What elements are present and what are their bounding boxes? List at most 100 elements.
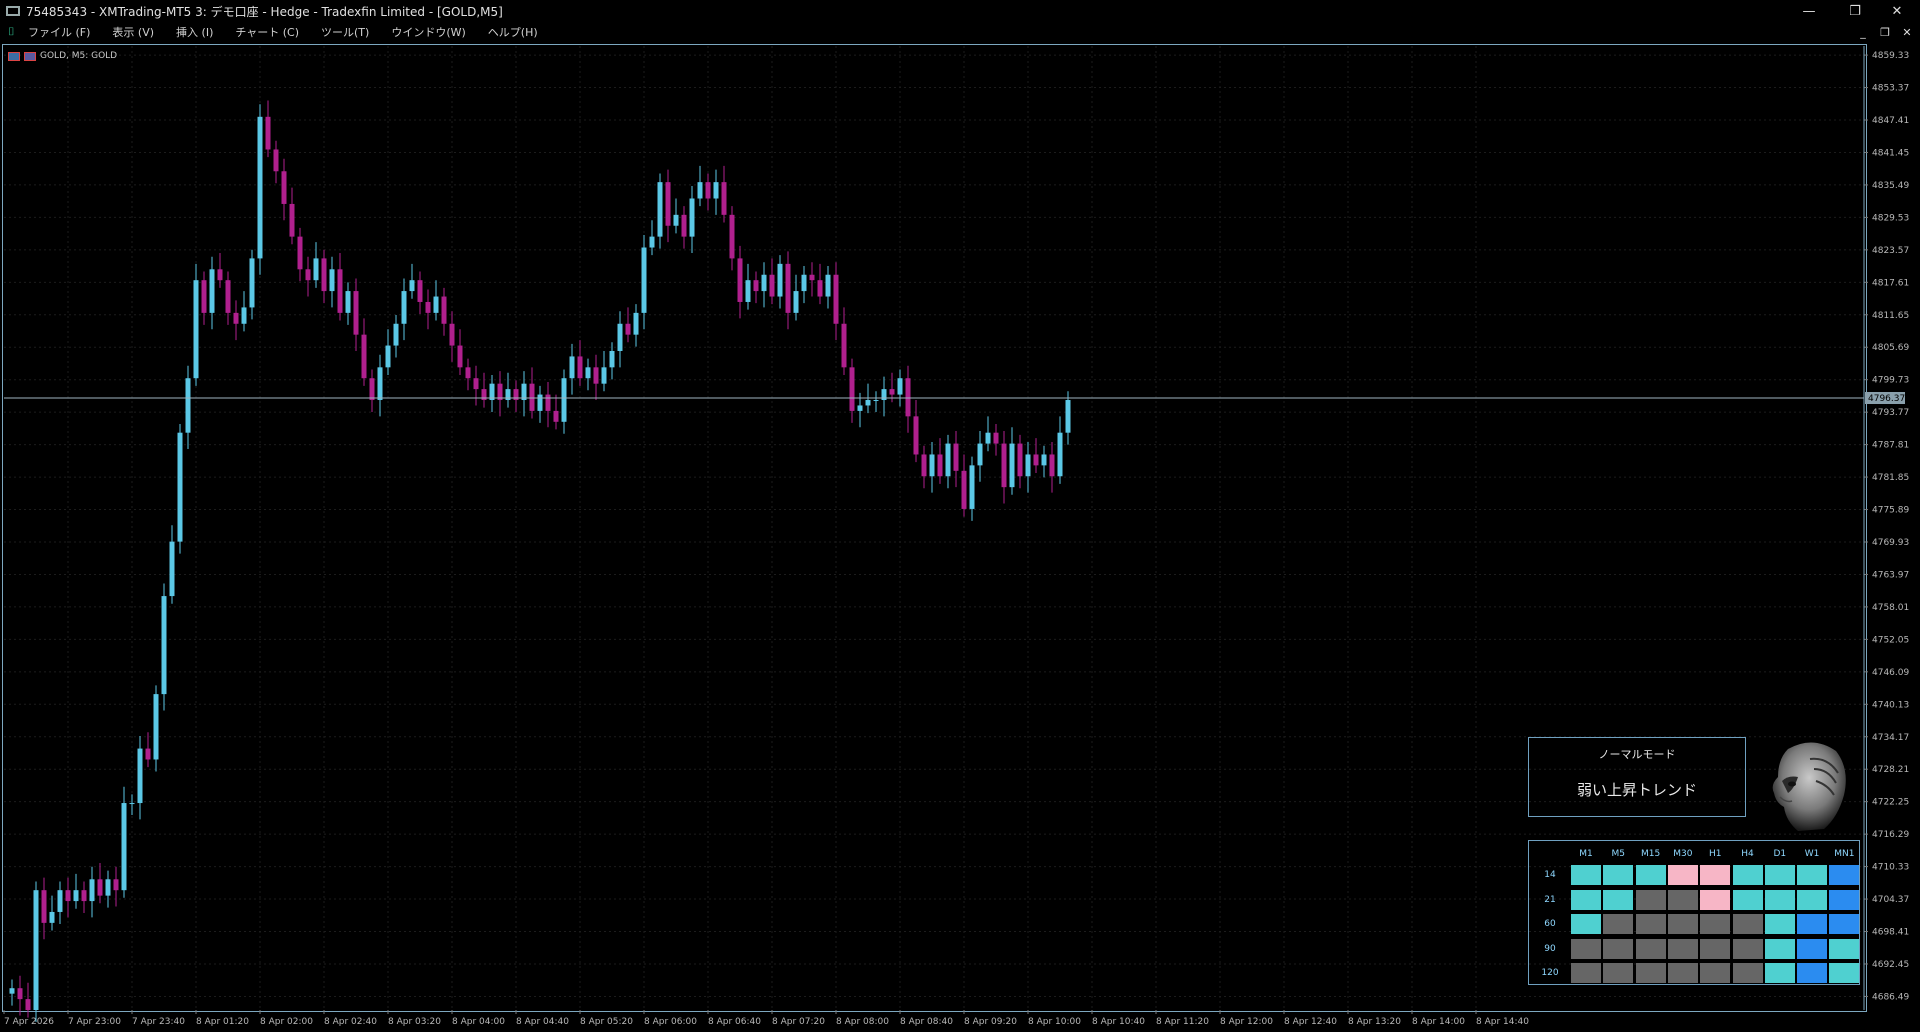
candle-bear bbox=[961, 470, 967, 509]
candle-bull bbox=[777, 263, 783, 297]
candle-bull bbox=[929, 454, 935, 477]
candle-bear bbox=[457, 345, 463, 368]
grid-cell bbox=[1667, 938, 1698, 959]
candle-bull bbox=[169, 541, 175, 597]
candle-bear bbox=[937, 454, 943, 477]
candle-bull bbox=[801, 274, 807, 292]
candle-bear bbox=[361, 334, 367, 379]
grid-cell bbox=[1829, 865, 1860, 885]
grid-cell bbox=[1829, 889, 1860, 910]
mode-value: 弱い上昇トレンド bbox=[1576, 781, 1697, 799]
candle-bull bbox=[649, 236, 655, 248]
grid-column-header: W1 bbox=[1804, 849, 1820, 859]
x-tick-label: 8 Apr 12:00 bbox=[1220, 1017, 1273, 1027]
robot-avatar-icon bbox=[1772, 742, 1846, 831]
candle-bull bbox=[209, 269, 215, 313]
x-tick-label: 8 Apr 13:20 bbox=[1348, 1017, 1401, 1027]
candle-bear bbox=[553, 410, 559, 422]
candle-bull bbox=[1025, 454, 1031, 477]
grid-cell bbox=[1797, 889, 1828, 910]
y-tick-label: 4758.01 bbox=[1872, 603, 1909, 613]
grid-cell bbox=[1700, 889, 1731, 910]
x-tick-label: 8 Apr 03:20 bbox=[388, 1017, 441, 1027]
grid-cell bbox=[1571, 938, 1601, 959]
y-tick-label: 4716.29 bbox=[1872, 830, 1909, 840]
trend-grid-panel: M1 M5 M15 M30 H1 H4 D1 W1 MN1 14 21 60 90 120 bbox=[1528, 840, 1860, 985]
candle-bear bbox=[473, 378, 479, 390]
candle-bull bbox=[385, 345, 391, 368]
mdi-minimize-button[interactable]: _ bbox=[1852, 22, 1874, 42]
candle-bull bbox=[825, 274, 831, 297]
menu-tools[interactable]: ツール(T) bbox=[321, 24, 369, 40]
y-tick-label: 4763.97 bbox=[1872, 570, 1909, 580]
x-tick-label: 8 Apr 10:00 bbox=[1028, 1017, 1081, 1027]
mdi-close-button[interactable]: ✕ bbox=[1896, 22, 1918, 42]
grid-cell bbox=[1667, 865, 1698, 885]
candle-bear bbox=[273, 149, 279, 172]
y-tick-label: 4752.05 bbox=[1872, 635, 1909, 645]
menu-insert[interactable]: 挿入 (I) bbox=[176, 24, 213, 40]
x-tick-label: 7 Apr 2026 bbox=[4, 1017, 54, 1027]
y-tick-label: 4740.13 bbox=[1872, 700, 1909, 710]
grid-cell bbox=[1667, 963, 1698, 983]
candle-bull bbox=[689, 198, 695, 237]
close-button[interactable]: ✕ bbox=[1874, 0, 1920, 22]
candle-bear bbox=[321, 258, 327, 292]
grid-column-header: M5 bbox=[1611, 849, 1626, 859]
candle-bear bbox=[353, 291, 359, 335]
candle-bear bbox=[25, 999, 31, 1010]
candle-bull bbox=[657, 182, 663, 237]
candle-bear bbox=[993, 432, 999, 444]
candle-bear bbox=[729, 214, 735, 259]
candle-bull bbox=[561, 378, 567, 422]
candle-bear bbox=[545, 394, 551, 411]
x-tick-label: 8 Apr 05:20 bbox=[580, 1017, 633, 1027]
candle-bull bbox=[73, 890, 79, 902]
grid-cell bbox=[1764, 963, 1795, 983]
y-tick-label: 4847.41 bbox=[1872, 116, 1909, 126]
minimize-button[interactable]: — bbox=[1786, 0, 1832, 22]
candle-bull bbox=[313, 258, 319, 281]
y-tick-label: 4841.45 bbox=[1872, 148, 1909, 158]
candle-bear bbox=[737, 258, 743, 302]
candle-bull bbox=[257, 116, 263, 259]
candle-bull bbox=[33, 890, 39, 1010]
candle-bear bbox=[1017, 443, 1023, 477]
grid-cell bbox=[1571, 963, 1601, 983]
candle-bear bbox=[913, 416, 919, 455]
y-tick-label: 4692.45 bbox=[1872, 960, 1909, 970]
y-tick-label: 4853.37 bbox=[1872, 84, 1909, 94]
x-tick-label: 8 Apr 06:40 bbox=[708, 1017, 761, 1027]
grid-column-header: M15 bbox=[1640, 849, 1661, 859]
maximize-button[interactable]: ❐ bbox=[1832, 0, 1878, 22]
menu-help[interactable]: ヘルプ(H) bbox=[488, 24, 538, 40]
candle-bear bbox=[809, 274, 815, 281]
menu-window[interactable]: ウインドウ(W) bbox=[391, 24, 465, 40]
mdi-restore-button[interactable]: ❐ bbox=[1874, 22, 1896, 42]
mt5-app-icon bbox=[6, 6, 20, 16]
y-tick-label: 4805.69 bbox=[1872, 343, 1909, 353]
grid-cell bbox=[1764, 938, 1795, 959]
candle-bull bbox=[873, 400, 879, 402]
candle-bear bbox=[145, 748, 151, 760]
candle-bull bbox=[345, 291, 351, 313]
menu-chart[interactable]: チャート (C) bbox=[235, 24, 299, 40]
menu-file[interactable]: ファイル (F) bbox=[28, 24, 90, 40]
grid-cell bbox=[1732, 865, 1763, 885]
grid-cell bbox=[1603, 865, 1634, 885]
grid-column-header: D1 bbox=[1773, 849, 1787, 859]
window-titlebar: 75485343 - XMTrading-MT5 3: デモ口座 - Hedge… bbox=[0, 0, 1920, 22]
x-tick-label: 8 Apr 06:00 bbox=[644, 1017, 697, 1027]
candle-bull bbox=[713, 182, 719, 199]
candle-bull bbox=[601, 367, 607, 384]
candle-bull bbox=[153, 694, 159, 760]
candle-bear bbox=[233, 312, 239, 324]
mode-title: ノーマルモード bbox=[1598, 748, 1676, 761]
grid-column-header: H1 bbox=[1708, 849, 1722, 859]
candle-bear bbox=[265, 116, 271, 150]
candle-bull bbox=[969, 465, 975, 509]
candle-bull bbox=[697, 182, 703, 199]
grid-cell bbox=[1797, 865, 1828, 885]
candle-bull bbox=[137, 748, 143, 804]
menu-view[interactable]: 表示 (V) bbox=[112, 24, 154, 40]
